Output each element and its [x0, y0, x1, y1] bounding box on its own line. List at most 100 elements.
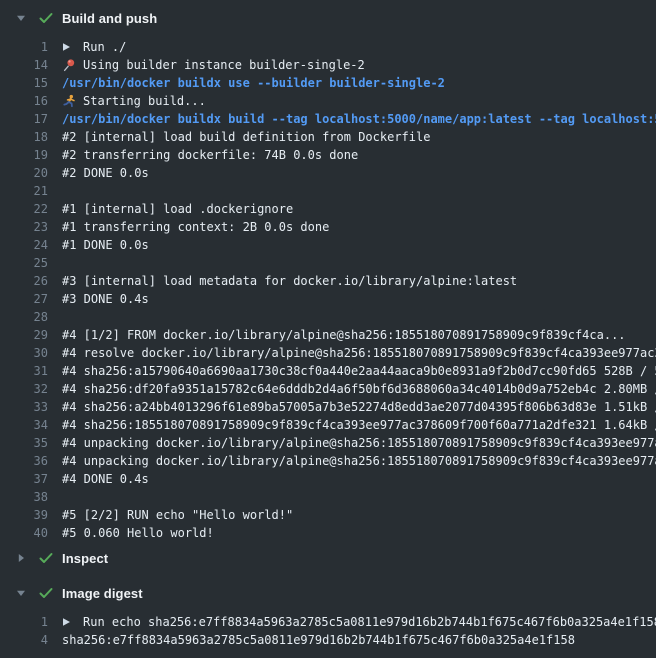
line-number[interactable]: 40 — [0, 524, 48, 542]
line-content: Using builder instance builder-single-2 — [62, 56, 656, 74]
log-line: 39 #5 [2/2] RUN echo "Hello world!" — [0, 506, 656, 524]
log-line: 14 Using builder instance builder-single… — [0, 56, 656, 74]
line-content: #1 [internal] load .dockerignore — [62, 200, 656, 218]
success-check-icon — [38, 585, 54, 601]
line-content: #1 DONE 0.0s — [62, 236, 656, 254]
section-title: Image digest — [62, 586, 143, 601]
line-content: #4 unpacking docker.io/library/alpine@sh… — [62, 434, 656, 452]
line-text: #5 [2/2] RUN echo "Hello world!" — [62, 506, 293, 524]
line-content: #4 sha256:a15790640a6690aa1730c38cf0a440… — [62, 362, 656, 380]
log-line: 31 #4 sha256:a15790640a6690aa1730c38cf0a… — [0, 362, 656, 380]
line-number[interactable]: 15 — [0, 74, 48, 92]
section-header-build-and-push[interactable]: Build and push — [0, 4, 656, 32]
line-text: #4 sha256:df20fa9351a15782c64e6dddb2d4a6… — [62, 380, 656, 398]
line-number[interactable]: 38 — [0, 488, 48, 506]
line-content: Starting build... — [62, 92, 656, 110]
line-content: sha256:e7ff8834a5963a2785c5a0811e979d16b… — [62, 631, 656, 649]
line-number[interactable]: 14 — [0, 56, 48, 74]
line-content: #3 [internal] load metadata for docker.i… — [62, 272, 656, 290]
line-number[interactable]: 18 — [0, 128, 48, 146]
group-toggle-icon[interactable] — [62, 617, 71, 627]
section-header-image-digest[interactable]: Image digest — [0, 579, 656, 607]
line-text: Run ./ — [83, 38, 126, 56]
log-line: 17 /usr/bin/docker buildx build --tag lo… — [0, 110, 656, 128]
line-number[interactable]: 16 — [0, 92, 48, 110]
line-text: #4 [1/2] FROM docker.io/library/alpine@s… — [62, 326, 626, 344]
line-number[interactable]: 39 — [0, 506, 48, 524]
line-number[interactable]: 28 — [0, 308, 48, 326]
line-text: Using builder instance builder-single-2 — [83, 56, 365, 74]
line-content: #4 unpacking docker.io/library/alpine@sh… — [62, 452, 656, 470]
line-text: /usr/bin/docker buildx build --tag local… — [62, 110, 656, 128]
line-text: #2 DONE 0.0s — [62, 164, 149, 182]
line-content — [62, 254, 656, 272]
success-check-icon — [38, 10, 54, 26]
line-content — [62, 488, 656, 506]
line-number[interactable]: 36 — [0, 452, 48, 470]
line-text: Starting build... — [83, 92, 206, 110]
line-content — [62, 308, 656, 326]
log-line: 40 #5 0.060 Hello world! — [0, 524, 656, 542]
line-number[interactable]: 1 — [0, 613, 48, 631]
log-line: 21 — [0, 182, 656, 200]
line-text: /usr/bin/docker buildx use --builder bui… — [62, 74, 445, 92]
line-text: #1 transferring context: 2B 0.0s done — [62, 218, 329, 236]
line-number[interactable]: 33 — [0, 398, 48, 416]
line-content: Run ./ — [62, 38, 656, 56]
line-number[interactable]: 35 — [0, 434, 48, 452]
section-header-inspect[interactable]: Inspect — [0, 544, 656, 572]
log-line: 34 #4 sha256:185518070891758909c9f839cf4… — [0, 416, 656, 434]
log-line: 32 #4 sha256:df20fa9351a15782c64e6dddb2d… — [0, 380, 656, 398]
line-number[interactable]: 30 — [0, 344, 48, 362]
chevron-down-icon[interactable] — [16, 13, 26, 23]
log-line: 1 Run echo sha256:e7ff8834a5963a2785c5a0… — [0, 613, 656, 631]
success-check-icon — [38, 550, 54, 566]
line-text: #2 [internal] load build definition from… — [62, 128, 430, 146]
line-number[interactable]: 34 — [0, 416, 48, 434]
log-line: 1 Run ./ — [0, 38, 656, 56]
line-content: #4 sha256:185518070891758909c9f839cf4ca3… — [62, 416, 656, 434]
line-number[interactable]: 23 — [0, 218, 48, 236]
log-line: 4 sha256:e7ff8834a5963a2785c5a0811e979d1… — [0, 631, 656, 649]
line-number[interactable]: 19 — [0, 146, 48, 164]
line-number[interactable]: 1 — [0, 38, 48, 56]
group-toggle-icon[interactable] — [62, 42, 71, 52]
log-line: 23 #1 transferring context: 2B 0.0s done — [0, 218, 656, 236]
line-content: #3 DONE 0.4s — [62, 290, 656, 308]
chevron-right-icon[interactable] — [16, 553, 26, 563]
line-text: #4 sha256:a15790640a6690aa1730c38cf0a440… — [62, 362, 656, 380]
line-number[interactable]: 26 — [0, 272, 48, 290]
line-text: #4 unpacking docker.io/library/alpine@sh… — [62, 452, 656, 470]
line-text: sha256:e7ff8834a5963a2785c5a0811e979d16b… — [62, 631, 575, 649]
line-text: Run echo sha256:e7ff8834a5963a2785c5a081… — [83, 613, 656, 631]
line-number[interactable]: 22 — [0, 200, 48, 218]
log-line: 38 — [0, 488, 656, 506]
line-content: #4 sha256:a24bb4013296f61e89ba57005a7b3e… — [62, 398, 656, 416]
line-number[interactable]: 25 — [0, 254, 48, 272]
line-text: #4 sha256:185518070891758909c9f839cf4ca3… — [62, 416, 656, 434]
log-line: 30 #4 resolve docker.io/library/alpine@s… — [0, 344, 656, 362]
line-number[interactable]: 4 — [0, 631, 48, 649]
log-line: 25 — [0, 254, 656, 272]
line-number[interactable]: 21 — [0, 182, 48, 200]
section-title: Inspect — [62, 551, 108, 566]
line-number[interactable]: 24 — [0, 236, 48, 254]
chevron-down-icon[interactable] — [16, 588, 26, 598]
line-text: #4 unpacking docker.io/library/alpine@sh… — [62, 434, 656, 452]
line-content: /usr/bin/docker buildx build --tag local… — [62, 110, 656, 128]
line-content: #4 [1/2] FROM docker.io/library/alpine@s… — [62, 326, 656, 344]
line-number[interactable]: 32 — [0, 380, 48, 398]
line-number[interactable]: 17 — [0, 110, 48, 128]
line-number[interactable]: 27 — [0, 290, 48, 308]
line-number[interactable]: 37 — [0, 470, 48, 488]
workflow-log: Build and push 1 Run ./ 14 Using builder… — [0, 4, 656, 651]
line-number[interactable]: 31 — [0, 362, 48, 380]
section-title: Build and push — [62, 11, 157, 26]
line-number[interactable]: 29 — [0, 326, 48, 344]
section-body: 1 Run echo sha256:e7ff8834a5963a2785c5a0… — [0, 607, 656, 651]
line-number[interactable]: 20 — [0, 164, 48, 182]
line-text: #1 [internal] load .dockerignore — [62, 200, 293, 218]
pushpin-icon — [62, 58, 76, 72]
line-text: #3 DONE 0.4s — [62, 290, 149, 308]
line-content: #5 [2/2] RUN echo "Hello world!" — [62, 506, 656, 524]
